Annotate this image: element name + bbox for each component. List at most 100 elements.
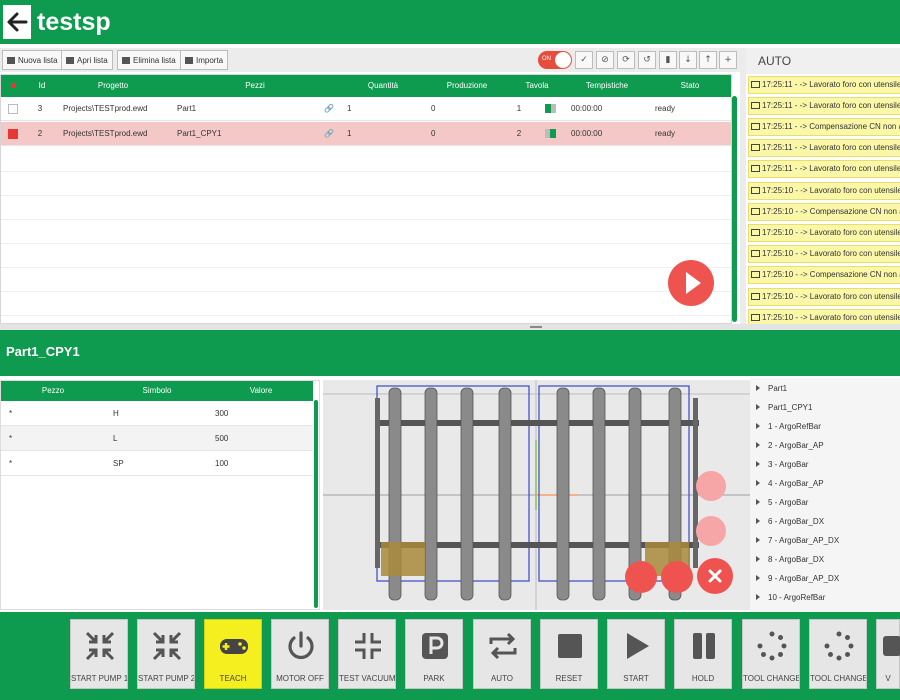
log-entry: 17:25:11 - -> Compensazione CN non al xyxy=(748,118,900,136)
park-button[interactable]: PARK xyxy=(405,619,463,689)
table-row[interactable]: 2 Projects\TESTprod.ewd Part1_CPY1 🔗 1 0… xyxy=(1,122,731,146)
refresh-button[interactable]: ⟳ xyxy=(617,51,635,69)
column-header[interactable]: Quantità xyxy=(341,75,425,97)
copy-button[interactable] xyxy=(696,516,726,546)
power-icon xyxy=(288,631,314,660)
tree-item[interactable]: Part1_CPY1 xyxy=(756,403,812,412)
move-down-button[interactable]: ↓ xyxy=(679,51,697,69)
arrow-down-icon: ↓ xyxy=(684,55,692,65)
monitor-icon xyxy=(751,314,760,321)
column-header[interactable]: Tempistiche xyxy=(567,75,647,97)
monitor-icon xyxy=(751,208,760,215)
tool-change-button[interactable]: TOOL CHANGE xyxy=(742,619,800,689)
column-header[interactable]: Valore xyxy=(209,381,313,401)
column-header[interactable]: Produzione xyxy=(427,75,507,97)
log-title: AUTO xyxy=(746,48,900,74)
tool-change-2-button[interactable]: TOOL CHANGE xyxy=(809,619,867,689)
chevron-right-icon xyxy=(756,442,760,448)
motor-off-button[interactable]: MOTOR OFF xyxy=(271,619,329,689)
hold-button[interactable]: HOLD xyxy=(674,619,732,689)
column-header[interactable]: Pezzi xyxy=(171,75,339,97)
log-entry: 17:25:10 - -> Compensazione CN non al xyxy=(748,203,900,221)
parameter-row[interactable]: * SP 100 xyxy=(1,451,313,476)
part-tree[interactable]: Part1 Part1_CPY1 1 - ArgoRefBar 2 - Argo… xyxy=(750,378,900,612)
chevron-right-icon xyxy=(756,385,760,391)
undo-icon: ↺ xyxy=(643,55,651,65)
tree-item[interactable]: 6 - ArgoBar_DX xyxy=(756,517,824,526)
log-entry: 17:25:10 - -> Lavorato foro con utensile xyxy=(748,245,900,263)
tree-item[interactable]: 2 - ArgoBar_AP xyxy=(756,441,824,450)
test-vacuum-button[interactable]: TEST VACUUM xyxy=(338,619,396,689)
auto-button[interactable]: AUTO xyxy=(473,619,531,689)
tree-item[interactable]: 8 - ArgoBar_DX xyxy=(756,555,824,564)
tree-item[interactable]: 1 - ArgoRefBar xyxy=(756,422,821,431)
table-row[interactable]: 3 Projects\TESTprod.ewd Part1 🔗 1 0 1 00… xyxy=(1,97,731,121)
import-button[interactable]: Importa xyxy=(180,50,229,70)
select-all-checkbox[interactable] xyxy=(7,75,19,97)
link-icon[interactable]: 🔗 xyxy=(323,97,335,121)
column-header[interactable]: Id xyxy=(29,75,55,97)
start-pump-2-button[interactable]: START PUMP 2 xyxy=(137,619,195,689)
tree-item[interactable]: 7 - ArgoBar_AP_DX xyxy=(756,536,839,545)
open-list-button[interactable]: Apri lista xyxy=(61,50,113,70)
on-toggle[interactable]: ON xyxy=(538,51,572,69)
cancel-button[interactable]: ⊘ xyxy=(596,51,614,69)
column-header[interactable]: Progetto xyxy=(57,75,169,97)
chevron-right-icon xyxy=(756,423,760,429)
move-up-button[interactable]: ↑ xyxy=(699,51,717,69)
parameter-row[interactable]: * H 300 xyxy=(1,401,313,426)
more-command-button[interactable]: V xyxy=(876,619,900,689)
link-icon[interactable]: 🔗 xyxy=(323,122,335,146)
add-button[interactable]: + xyxy=(719,51,737,69)
column-header[interactable]: Stato xyxy=(649,75,731,97)
tree-item[interactable]: 9 - ArgoBar_AP_DX xyxy=(756,574,839,583)
plus-icon: + xyxy=(724,55,732,65)
back-button[interactable] xyxy=(3,5,31,39)
chevron-right-icon xyxy=(756,461,760,467)
teach-button[interactable]: TEACH xyxy=(204,619,262,689)
undo-button[interactable]: ↺ xyxy=(638,51,656,69)
parameter-row[interactable]: * L 500 xyxy=(1,426,313,451)
arrow-left-icon xyxy=(7,12,28,32)
monitor-icon xyxy=(751,187,760,194)
delete-button[interactable]: ▮ xyxy=(659,51,677,69)
monitor-icon xyxy=(751,293,760,300)
folder-icon xyxy=(66,56,74,64)
machine-table-drawing[interactable] xyxy=(323,380,750,610)
new-list-button[interactable]: Nuova lista xyxy=(2,50,63,70)
collapse-arrows-icon xyxy=(152,631,182,661)
dotted-circle-icon xyxy=(757,631,787,661)
tree-item[interactable]: 10 - ArgoRefBar xyxy=(756,593,825,602)
column-header[interactable]: Tavola xyxy=(509,75,565,97)
tree-item[interactable]: 5 - ArgoBar xyxy=(756,498,808,507)
delete-icon: ▮ xyxy=(665,55,671,65)
dotted-circle-icon xyxy=(824,631,854,661)
file-button[interactable] xyxy=(661,561,693,593)
log-entry: 17:25:11 - -> Lavorato foro con utensile xyxy=(748,97,900,115)
tree-item[interactable]: Part1 xyxy=(756,384,787,393)
tree-item[interactable]: 3 - ArgoBar xyxy=(756,460,808,469)
check-button[interactable]: ✓ xyxy=(575,51,593,69)
row-checkbox[interactable] xyxy=(8,104,18,114)
list-toolbar: Nuova lista Apri lista Elimina lista Imp… xyxy=(0,48,740,72)
log-entry: 17:25:10 - -> Compensazione CN non al xyxy=(748,266,900,284)
table-scrollbar[interactable] xyxy=(732,96,737,322)
edit-button[interactable] xyxy=(625,561,657,593)
column-header[interactable]: Simbolo xyxy=(105,381,209,401)
log-list[interactable]: 17:25:11 - -> Lavorato foro con utensile… xyxy=(746,74,900,324)
start-pump-1-button[interactable]: START PUMP 1 xyxy=(70,619,128,689)
parameter-scrollbar[interactable] xyxy=(314,400,318,608)
delete-list-button[interactable]: Elimina lista xyxy=(117,50,181,70)
reset-button[interactable]: RESET xyxy=(540,619,598,689)
tree-item[interactable]: 4 - ArgoBar_AP xyxy=(756,479,824,488)
close-button[interactable] xyxy=(697,558,733,594)
split-view-button[interactable] xyxy=(696,471,726,501)
table-indicator-icon xyxy=(543,122,557,146)
column-header[interactable]: Pezzo xyxy=(1,381,105,401)
arrow-up-icon: ↑ xyxy=(704,55,712,65)
chevron-right-icon xyxy=(756,556,760,562)
start-button[interactable]: START xyxy=(607,619,665,689)
row-checkbox[interactable] xyxy=(8,129,18,139)
monitor-icon xyxy=(751,271,760,278)
run-play-button[interactable] xyxy=(668,260,714,306)
